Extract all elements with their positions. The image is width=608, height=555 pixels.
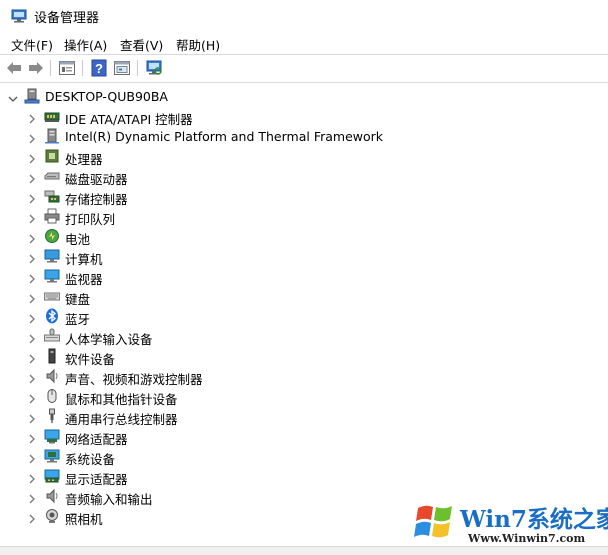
chevron-right-icon[interactable] bbox=[26, 230, 38, 244]
chevron-right-icon[interactable] bbox=[26, 350, 38, 364]
tree-item-keyboard[interactable]: 键盘 bbox=[0, 286, 600, 307]
back-button[interactable] bbox=[3, 58, 25, 78]
chevron-right-icon[interactable] bbox=[26, 210, 38, 224]
tree-item-hid[interactable]: 人体学输入设备 bbox=[0, 326, 600, 347]
mouse-icon bbox=[44, 388, 60, 404]
scan-hardware-icon bbox=[146, 60, 162, 75]
chevron-right-icon[interactable] bbox=[26, 310, 38, 324]
chevron-right-icon[interactable] bbox=[26, 470, 38, 484]
chevron-right-icon[interactable] bbox=[26, 410, 38, 424]
speaker-icon bbox=[44, 368, 60, 384]
software-device-icon bbox=[44, 348, 60, 364]
chevron-right-icon[interactable] bbox=[26, 290, 38, 304]
chevron-right-icon[interactable] bbox=[26, 430, 38, 444]
watermark: Win7系统之家 Www.Winwin7.com bbox=[408, 496, 608, 552]
chevron-right-icon[interactable] bbox=[26, 170, 38, 184]
computer-tree-icon bbox=[24, 88, 40, 104]
view-resources-button[interactable] bbox=[111, 58, 133, 78]
forward-arrow-icon bbox=[29, 62, 43, 74]
window-title: 设备管理器 bbox=[34, 11, 100, 26]
network-adapter-icon bbox=[44, 428, 60, 444]
tree-item-sound[interactable]: 声音、视频和游戏控制器 bbox=[0, 366, 600, 387]
tree-root[interactable]: DESKTOP-QUB90BA bbox=[0, 86, 600, 106]
tree-item-network[interactable]: 网络适配器 bbox=[0, 426, 600, 447]
tree-item-disk[interactable]: 磁盘驱动器 bbox=[0, 166, 600, 187]
svg-text:?: ? bbox=[95, 61, 103, 76]
tree-item-processor[interactable]: 处理器 bbox=[0, 146, 600, 167]
audio-io-icon bbox=[44, 488, 60, 504]
back-arrow-icon bbox=[7, 62, 21, 74]
title-bar: 设备管理器 bbox=[0, 0, 608, 30]
device-tree[interactable]: DESKTOP-QUB90BA IDE ATA/ATAPI 控制器 Intel(… bbox=[0, 84, 608, 546]
toolbar-separator bbox=[50, 60, 51, 76]
chevron-right-icon[interactable] bbox=[26, 370, 38, 384]
chevron-right-icon[interactable] bbox=[26, 190, 38, 204]
tree-item-battery[interactable]: 电池 bbox=[0, 226, 600, 247]
watermark-url: Www.Winwin7.com bbox=[468, 532, 586, 545]
chevron-down-icon[interactable] bbox=[7, 90, 19, 102]
toolbar-separator bbox=[137, 60, 138, 76]
properties-icon bbox=[59, 61, 75, 75]
display-adapter-icon bbox=[44, 468, 60, 484]
storage-controller-icon bbox=[44, 188, 60, 204]
tree-item-usb[interactable]: 通用串行总线控制器 bbox=[0, 406, 600, 427]
toolbar-separator-line bbox=[0, 82, 608, 83]
keyboard-icon bbox=[44, 288, 60, 304]
chevron-right-icon[interactable] bbox=[26, 130, 38, 144]
menu-view[interactable]: 查看(V) bbox=[120, 35, 163, 54]
tree-root-label: DESKTOP-QUB90BA bbox=[45, 89, 168, 104]
chevron-right-icon[interactable] bbox=[26, 510, 38, 524]
chevron-right-icon[interactable] bbox=[26, 390, 38, 404]
tree-item-mouse[interactable]: 鼠标和其他指针设备 bbox=[0, 386, 600, 407]
tree-item-system[interactable]: 系统设备 bbox=[0, 446, 600, 467]
chevron-right-icon[interactable] bbox=[26, 330, 38, 344]
tree-item-label: 照相机 bbox=[65, 512, 103, 527]
chevron-right-icon[interactable] bbox=[26, 270, 38, 284]
menu-bar: 文件(F) 操作(A) 查看(V) 帮助(H) bbox=[0, 32, 608, 54]
menu-help[interactable]: 帮助(H) bbox=[176, 35, 220, 54]
tree-item-computer[interactable]: 计算机 bbox=[0, 246, 600, 267]
toolbar-separator bbox=[82, 60, 83, 76]
computer-icon bbox=[44, 248, 60, 264]
camera-icon bbox=[44, 508, 60, 524]
chevron-right-icon[interactable] bbox=[26, 110, 38, 124]
tree-item-thermal[interactable]: Intel(R) Dynamic Platform and Thermal Fr… bbox=[0, 126, 600, 146]
ide-controller-icon bbox=[44, 108, 60, 124]
tree-item-bluetooth[interactable]: 蓝牙 bbox=[0, 306, 600, 327]
thermal-framework-icon bbox=[44, 128, 60, 144]
usb-icon bbox=[44, 408, 60, 424]
processor-icon bbox=[44, 148, 60, 164]
system-device-icon bbox=[44, 448, 60, 464]
windows-logo-icon bbox=[412, 498, 458, 548]
scan-hardware-button[interactable] bbox=[143, 58, 165, 78]
tree-item-ide[interactable]: IDE ATA/ATAPI 控制器 bbox=[0, 106, 600, 127]
bluetooth-icon bbox=[44, 308, 60, 324]
view-resources-icon bbox=[114, 61, 130, 75]
disk-drive-icon bbox=[44, 168, 60, 184]
toolbar: ? bbox=[0, 55, 608, 81]
printer-icon bbox=[44, 208, 60, 224]
device-manager-icon bbox=[11, 8, 27, 23]
tree-item-storage[interactable]: 存储控制器 bbox=[0, 186, 600, 207]
tree-item-label: Intel(R) Dynamic Platform and Thermal Fr… bbox=[65, 129, 384, 144]
help-icon: ? bbox=[91, 59, 107, 77]
chevron-right-icon[interactable] bbox=[26, 450, 38, 464]
tree-item-monitor[interactable]: 监视器 bbox=[0, 266, 600, 287]
tree-item-display[interactable]: 显示适配器 bbox=[0, 466, 600, 487]
tree-item-printer[interactable]: 打印队列 bbox=[0, 206, 600, 227]
properties-button[interactable] bbox=[56, 58, 78, 78]
menu-action[interactable]: 操作(A) bbox=[64, 35, 107, 54]
hid-icon bbox=[44, 328, 60, 344]
chevron-right-icon[interactable] bbox=[26, 150, 38, 164]
watermark-text: Win7系统之家 bbox=[460, 506, 608, 533]
monitor-icon bbox=[44, 268, 60, 284]
battery-icon bbox=[44, 228, 60, 244]
forward-button[interactable] bbox=[25, 58, 47, 78]
tree-item-software[interactable]: 软件设备 bbox=[0, 346, 600, 367]
menu-file[interactable]: 文件(F) bbox=[11, 35, 53, 54]
chevron-right-icon[interactable] bbox=[26, 250, 38, 264]
chevron-right-icon[interactable] bbox=[26, 490, 38, 504]
help-button[interactable]: ? bbox=[88, 58, 110, 78]
